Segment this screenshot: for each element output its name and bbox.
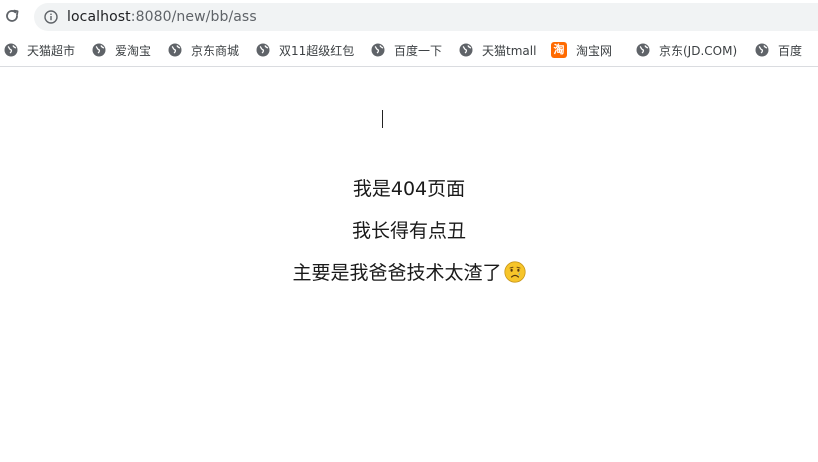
globe-icon <box>371 43 385 57</box>
bookmark-baidu-search[interactable]: 百度一下 <box>371 40 442 60</box>
bookmark-label: 双11超级红包 <box>279 43 355 58</box>
globe-icon <box>256 43 270 57</box>
bookmark-label: 天猫tmall <box>482 43 537 58</box>
bookmark-label: 爱淘宝 <box>115 43 152 58</box>
bookmark-jd-mall[interactable]: 京东商城 <box>168 40 239 60</box>
page-content: 我是404页面 我长得有点丑 主要是我爸爸技术太渣了 <box>0 67 818 462</box>
globe-icon <box>459 43 473 57</box>
globe-icon <box>4 43 18 57</box>
bookmark-tmall-supermarket[interactable]: 天猫超市 <box>4 40 75 60</box>
error-message: 主要是我爸爸技术太渣了 <box>0 258 818 285</box>
bookmark-label: 淘宝网 <box>576 43 613 58</box>
url-text[interactable]: localhost:8080/new/bb/ass <box>67 9 257 25</box>
url-path: :8080/new/bb/ass <box>130 9 257 25</box>
reload-icon[interactable] <box>2 6 22 26</box>
bookmark-label: 天猫超市 <box>27 43 76 58</box>
error-subtitle: 我长得有点丑 <box>351 220 466 242</box>
bookmark-double11[interactable]: 双11超级红包 <box>256 40 354 60</box>
globe-icon <box>755 43 769 57</box>
bookmark-label: 百度一下 <box>394 43 443 58</box>
bookmark-jd-com[interactable]: 京东(JD.COM) <box>636 40 737 60</box>
url-host: localhost <box>67 9 131 25</box>
bookmarks-bar: 天猫超市 爱淘宝 京东商城 双11超级红包 百度一下 天猫tmall 淘 淘宝网… <box>0 34 818 67</box>
bookmark-tmall[interactable]: 天猫tmall <box>459 40 536 60</box>
crying-face-emoji-icon <box>503 261 526 283</box>
address-bar[interactable]: localhost:8080/new/bb/ass <box>34 3 818 31</box>
bookmark-baidu[interactable]: 百度 <box>755 40 802 60</box>
bookmark-label: 京东(JD.COM) <box>659 43 738 58</box>
globe-icon <box>168 43 182 57</box>
globe-icon <box>636 43 650 57</box>
bookmark-taobao[interactable]: 淘 淘宝网 <box>551 40 612 60</box>
bookmark-label: 京东商城 <box>191 43 240 58</box>
taobao-icon: 淘 <box>551 42 567 58</box>
error-title: 我是404页面 <box>352 178 466 200</box>
globe-icon <box>92 43 106 57</box>
bookmark-aitaobao[interactable]: 爱淘宝 <box>92 40 151 60</box>
browser-toolbar: localhost:8080/new/bb/ass <box>0 0 818 34</box>
text-caret <box>382 110 383 128</box>
error-message-text: 主要是我爸爸技术太渣了 <box>292 262 502 284</box>
bookmark-label: 百度 <box>778 43 803 58</box>
site-info-icon[interactable] <box>44 10 58 24</box>
